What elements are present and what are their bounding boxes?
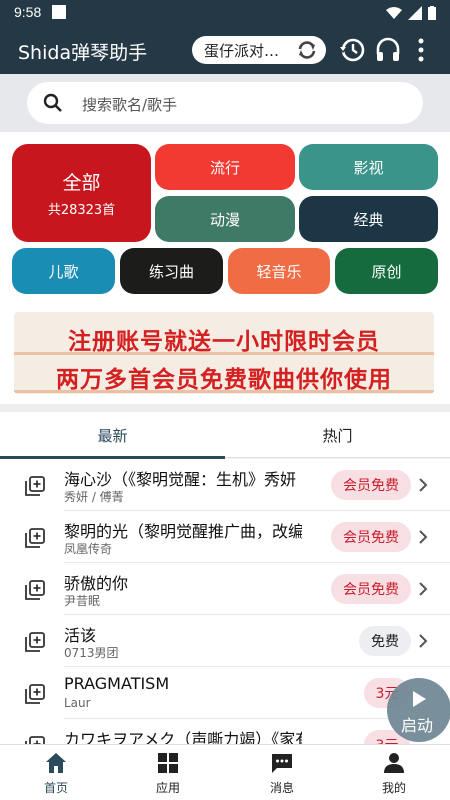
system-icons: [386, 6, 436, 20]
category-classic[interactable]: 经典: [299, 196, 438, 242]
category-film[interactable]: 影视: [299, 144, 438, 190]
chevron-right-icon: [419, 582, 428, 596]
sync-song-text: 蛋仔派对…: [204, 41, 280, 60]
category-kids[interactable]: 儿歌: [12, 248, 115, 294]
song-title: 活该: [64, 626, 97, 645]
price-badge: 会员免费: [331, 470, 411, 500]
song-artist: 尹昔眠: [64, 594, 101, 608]
nav-apps[interactable]: 应用: [112, 745, 224, 800]
wifi-icon: [386, 6, 402, 19]
search-input[interactable]: 搜索歌名/歌手: [27, 82, 423, 124]
category-anime[interactable]: 动漫: [155, 196, 295, 242]
app-bar: Shida弹琴助手 蛋仔派对…: [0, 26, 450, 74]
song-title: PRAGMATISM: [64, 674, 170, 693]
song-row[interactable]: PRAGMATISM Laur 3元: [0, 667, 450, 719]
price-badge: 会员免费: [331, 574, 411, 604]
category-etude[interactable]: 练习曲: [120, 248, 223, 294]
nav-profile-label: 我的: [381, 781, 406, 795]
history-icon[interactable]: [338, 36, 366, 64]
song-row[interactable]: カワキヲアメク（声嘶力竭）《家有女 3元: [0, 719, 450, 744]
promo-banner[interactable]: 注册账号就送一小时限时会员 两万多首会员免费歌曲供你使用: [0, 304, 450, 404]
song-artist: Laur: [64, 696, 91, 710]
category-all[interactable]: 全部 共28323首: [12, 144, 151, 242]
promo-banner-image: 注册账号就送一小时限时会员 两万多首会员免费歌曲供你使用: [14, 312, 434, 394]
nav-profile[interactable]: 我的: [338, 745, 450, 800]
chevron-right-icon: [419, 530, 428, 544]
sync-song-button[interactable]: 蛋仔派对…: [192, 36, 326, 64]
song-title: 黎明的光（黎明觉醒推广曲，改编: [64, 522, 302, 541]
chevron-right-icon: [419, 478, 428, 492]
add-to-list-icon[interactable]: [24, 527, 46, 549]
bottom-nav: 首页 应用 消息 我的: [0, 744, 450, 800]
more-menu-icon[interactable]: [414, 36, 428, 64]
nav-messages-label: 消息: [269, 781, 294, 795]
home-icon: [46, 753, 66, 773]
refresh-icon: [298, 41, 316, 59]
song-row[interactable]: 活该 0713男团 免费: [0, 615, 450, 667]
add-to-list-icon[interactable]: [24, 683, 46, 705]
chat-icon: [272, 754, 292, 773]
status-bar: 9:58: [0, 0, 450, 26]
promo-line-2: 两万多首会员免费歌曲供你使用: [56, 367, 392, 393]
nav-home-label: 首页: [43, 781, 68, 795]
song-row[interactable]: 黎明的光（黎明觉醒推广曲，改编 凤凰传奇 会员免费: [0, 511, 450, 563]
price-badge: 免费: [359, 626, 411, 656]
add-to-list-icon[interactable]: [24, 735, 46, 744]
song-artist: 秀妍 / 傅菁: [64, 490, 124, 504]
signal-icon: [408, 6, 422, 20]
song-tabs: 最新 热门: [0, 412, 450, 459]
launch-button[interactable]: 启动: [387, 678, 450, 742]
search-area: 搜索歌名/歌手: [0, 74, 450, 132]
song-title: カワキヲアメク（声嘶力竭）《家有女: [64, 730, 302, 744]
nav-messages[interactable]: 消息: [226, 745, 338, 800]
song-row[interactable]: 骄傲的你 尹昔眠 会员免费: [0, 563, 450, 615]
notification-icon: [52, 5, 66, 19]
song-list: 海心沙（《黎明觉醒：生机》秀妍 秀妍 / 傅菁 会员免费 黎明的光（黎明觉醒推广…: [0, 459, 450, 744]
category-light-music[interactable]: 轻音乐: [228, 248, 330, 294]
section-divider: [0, 404, 450, 412]
battery-icon: [428, 6, 436, 20]
search-icon: [43, 93, 62, 112]
add-to-list-icon[interactable]: [24, 631, 46, 653]
add-to-list-icon[interactable]: [24, 475, 46, 497]
category-all-label: 全部: [62, 172, 101, 194]
headphones-icon[interactable]: [374, 36, 402, 64]
song-row[interactable]: 海心沙（《黎明觉醒：生机》秀妍 秀妍 / 傅菁 会员免费: [0, 459, 450, 511]
category-all-count: 共28323首: [47, 203, 116, 218]
song-artist: 凤凰传奇: [64, 542, 113, 556]
status-time: 9:58: [14, 4, 42, 20]
price-badge: 会员免费: [331, 522, 411, 552]
category-grid: 全部 共28323首 流行 影视 动漫 经典 儿歌 练习曲 轻音乐 原创: [0, 132, 450, 304]
launch-label: 启动: [401, 716, 434, 735]
person-icon: [384, 753, 404, 773]
add-to-list-icon[interactable]: [24, 579, 46, 601]
promo-line-1: 注册账号就送一小时限时会员: [68, 329, 380, 355]
tab-latest[interactable]: 最新: [0, 412, 225, 459]
nav-apps-label: 应用: [155, 781, 180, 795]
tab-hot[interactable]: 热门: [225, 412, 450, 458]
chevron-right-icon: [419, 634, 428, 648]
play-icon: [413, 691, 426, 707]
song-artist: 0713男团: [64, 646, 119, 660]
apps-grid-icon: [158, 753, 178, 773]
song-title: 骄傲的你: [64, 574, 129, 593]
category-original[interactable]: 原创: [335, 248, 438, 294]
song-title: 海心沙（《黎明觉醒：生机》秀妍: [64, 470, 297, 489]
category-pop[interactable]: 流行: [155, 144, 295, 190]
app-title: Shida弹琴助手: [18, 42, 148, 64]
nav-home[interactable]: 首页: [0, 745, 112, 800]
search-placeholder: 搜索歌名/歌手: [82, 96, 178, 114]
